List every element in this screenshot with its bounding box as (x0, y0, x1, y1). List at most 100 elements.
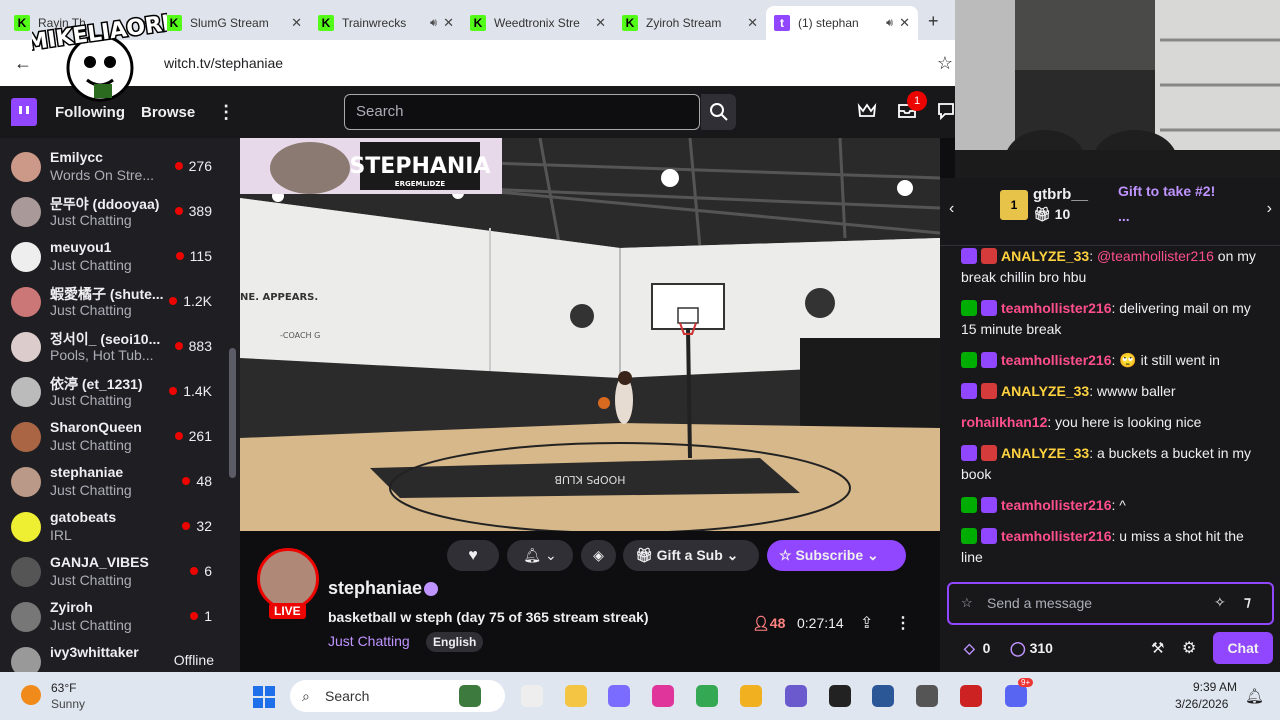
category-link[interactable]: Just Chatting (328, 633, 410, 649)
sidebar-channel[interactable]: 문뚜야 (ddooyaa) Just Chatting 389 (0, 191, 230, 236)
trees-icon[interactable] (459, 685, 481, 707)
folder-icon[interactable] (565, 685, 587, 707)
weather-sun-icon[interactable] (21, 685, 41, 705)
chat-username[interactable]: rohailkhan12 (961, 414, 1047, 430)
video-player[interactable]: HOOPS KLUB NE. APPEARS. -COACH G STEPHAN… (240, 138, 940, 531)
srt-icon[interactable] (916, 685, 938, 707)
browser-tab[interactable]: K SlumG Stream ✕ (158, 6, 310, 40)
channel-avatar (11, 602, 41, 632)
channel-name: 依渟 (et_1231) (50, 376, 143, 392)
nav-following[interactable]: Following (55, 104, 125, 121)
more-options-icon[interactable]: ⋮ (895, 613, 911, 633)
chat-username[interactable]: ANALYZE_33 (1001, 383, 1089, 399)
windows-start-icon[interactable] (253, 686, 275, 708)
tab-close-icon[interactable]: ✕ (747, 15, 758, 31)
streamer-avatar[interactable] (257, 548, 319, 610)
crown-icon[interactable] (857, 102, 877, 120)
sidebar-channel[interactable]: 정서이_ (seoi10... Pools, Hot Tub... 883 (0, 326, 230, 371)
sidebar-channel[interactable]: Emilycc Words On Stre... 276 (0, 146, 230, 191)
chat-settings-gear-icon[interactable]: ⚙ (1182, 638, 1196, 658)
subscribe-button[interactable]: ☆ Subscribe ⌄ (767, 540, 906, 571)
streamer-name[interactable]: stephaniae (328, 578, 422, 599)
browser-tab[interactable]: t (1) stephan 🔊︎ ✕ (766, 6, 918, 40)
stream-title: basketball w steph (day 75 of 365 stream… (328, 609, 649, 625)
channel-points-button[interactable]: ◈ (581, 540, 616, 571)
notification-bell-icon[interactable]: 🔔︎ (1245, 687, 1264, 705)
sidebar-channel[interactable]: Zyiroh Just Chatting 1 (0, 596, 230, 641)
chrome-icon[interactable] (696, 685, 718, 707)
more-menu-icon[interactable]: ⋮ (217, 102, 235, 123)
sidebar-channel[interactable]: ivy3whittaker Offline (0, 641, 230, 672)
new-tab-icon[interactable]: + (928, 11, 939, 32)
share-icon[interactable]: ⇪ (860, 613, 873, 633)
obs-icon[interactable] (829, 685, 851, 707)
tab-close-icon[interactable]: ✕ (443, 15, 454, 31)
tab-close-icon[interactable]: ✕ (899, 15, 910, 31)
sun-app-icon[interactable] (740, 685, 762, 707)
channel-name: ivy3whittaker (50, 644, 139, 660)
live-dot-icon (175, 252, 184, 260)
weather-temp[interactable]: 63°F (51, 681, 76, 695)
picsart-icon[interactable] (652, 685, 674, 707)
chat-username[interactable]: ANALYZE_33 (1001, 248, 1089, 264)
word-icon[interactable] (872, 685, 894, 707)
chat-text: : you here is looking nice (1047, 414, 1202, 430)
coach-text: -COACH G (280, 331, 320, 340)
translate-icon[interactable]: ⁊ (1244, 593, 1251, 610)
chat-username[interactable]: teamhollister216 (1001, 497, 1112, 513)
browser-tab[interactable]: K Zyiroh Stream ✕ (614, 6, 766, 40)
sidebar-channel[interactable]: 蝦愛橘子 (shute... Just Chatting 1.2K (0, 281, 230, 326)
search-button[interactable] (701, 94, 736, 130)
chat-text: : wwww baller (1089, 383, 1176, 399)
channel-category: Just Chatting (50, 482, 132, 498)
app-icon[interactable] (785, 685, 807, 707)
sidebar-channel[interactable]: 依渟 (et_1231) Just Chatting 1.4K (0, 371, 230, 416)
file-explorer-icon[interactable] (521, 685, 543, 707)
sidebar-channel[interactable]: meuyou1 Just Chatting 115 (0, 236, 230, 281)
gift-user[interactable]: gtbrb__ (1033, 186, 1088, 203)
bookmark-star-icon[interactable]: ☆ (937, 53, 953, 74)
search-input[interactable]: Search (344, 94, 700, 130)
chat-send-button[interactable]: Chat (1213, 632, 1273, 664)
bits-balance[interactable]: ◇ 0 (964, 640, 990, 657)
speaker-icon[interactable]: 🔊︎ (886, 17, 893, 30)
mod-tools-icon[interactable]: ⚒ (1151, 639, 1164, 657)
notifications-button[interactable]: 🔔︎ ⌄ (507, 540, 573, 571)
sidebar-channel[interactable]: gatobeats IRL 32 (0, 506, 230, 551)
sidebar-scrollbar[interactable] (229, 148, 236, 658)
nav-browse[interactable]: Browse (141, 104, 195, 121)
gift-sub-button[interactable]: 🎁︎ Gift a Sub ⌄ (623, 540, 759, 571)
chat-username[interactable]: teamhollister216 (1001, 528, 1112, 544)
sidebar-channel[interactable]: GANJA_VIBES Just Chatting 6 (0, 551, 230, 596)
live-dot-icon (174, 432, 183, 440)
tab-close-icon[interactable]: ✕ (291, 15, 302, 31)
discord-icon[interactable] (1005, 685, 1027, 707)
bits-icon: ◇ (964, 640, 975, 656)
channel-category: Pools, Hot Tub... (50, 347, 154, 363)
chat-input[interactable]: ☆ Send a message ✧ ⁊ (947, 582, 1274, 625)
chevron-left-icon[interactable]: ‹ (949, 200, 954, 218)
chevron-right-icon[interactable]: › (1267, 200, 1272, 218)
chat-mention[interactable]: @teamhollister216 (1097, 248, 1214, 264)
points-balance[interactable]: ◯ 310 (1010, 640, 1053, 657)
gift-count: 🎁︎ 10 (1033, 206, 1071, 222)
chat-username[interactable]: teamhollister216 (1001, 300, 1112, 316)
speaker-icon[interactable]: 🔊︎ (430, 17, 437, 30)
browser-tab[interactable]: K Weedtronix Stre ✕ (462, 6, 614, 40)
media-icon[interactable] (960, 685, 982, 707)
sidebar-channel[interactable]: SharonQueen Just Chatting 261 (0, 416, 230, 461)
whisper-icon[interactable] (937, 102, 955, 120)
magic-icon[interactable]: ✧ (1214, 594, 1226, 611)
gift-more-text: ... (1118, 208, 1130, 224)
channel-name: meuyou1 (50, 239, 112, 255)
url-field[interactable]: witch.tv/stephaniae (164, 55, 283, 71)
tab-close-icon[interactable]: ✕ (595, 15, 606, 31)
browser-tab[interactable]: K Trainwrecks 🔊︎ ✕ (310, 6, 462, 40)
like-button[interactable]: ♥ (447, 540, 499, 571)
chat-username[interactable]: teamhollister216 (1001, 352, 1112, 368)
chat-username[interactable]: ANALYZE_33 (1001, 445, 1089, 461)
emote-icon[interactable]: ☆ (961, 595, 973, 611)
sidebar-channel[interactable]: stephaniae Just Chatting 48 (0, 461, 230, 506)
language-tag[interactable]: English (426, 632, 484, 652)
copilot-icon[interactable] (608, 685, 630, 707)
